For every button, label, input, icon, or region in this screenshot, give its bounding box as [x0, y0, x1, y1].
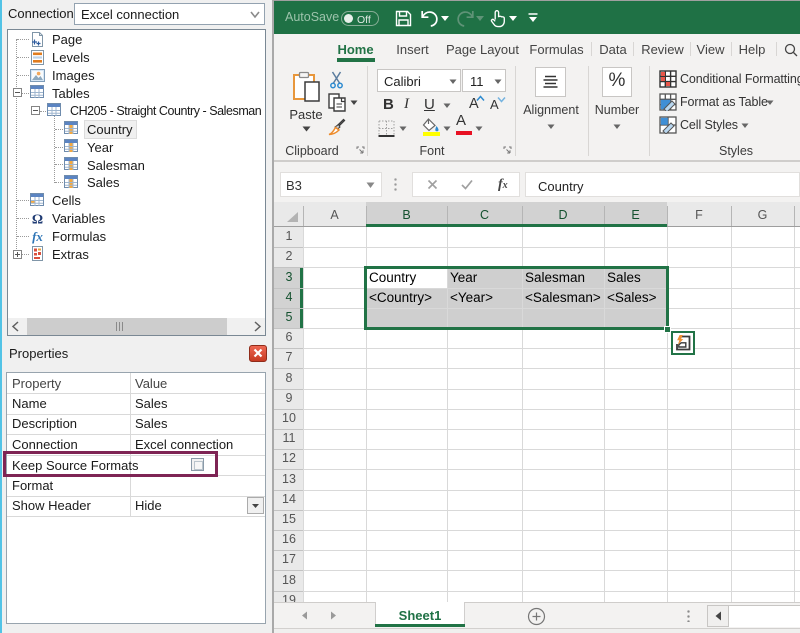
svg-text:fx: fx	[32, 229, 43, 244]
svg-text:Ω: Ω	[32, 213, 43, 227]
